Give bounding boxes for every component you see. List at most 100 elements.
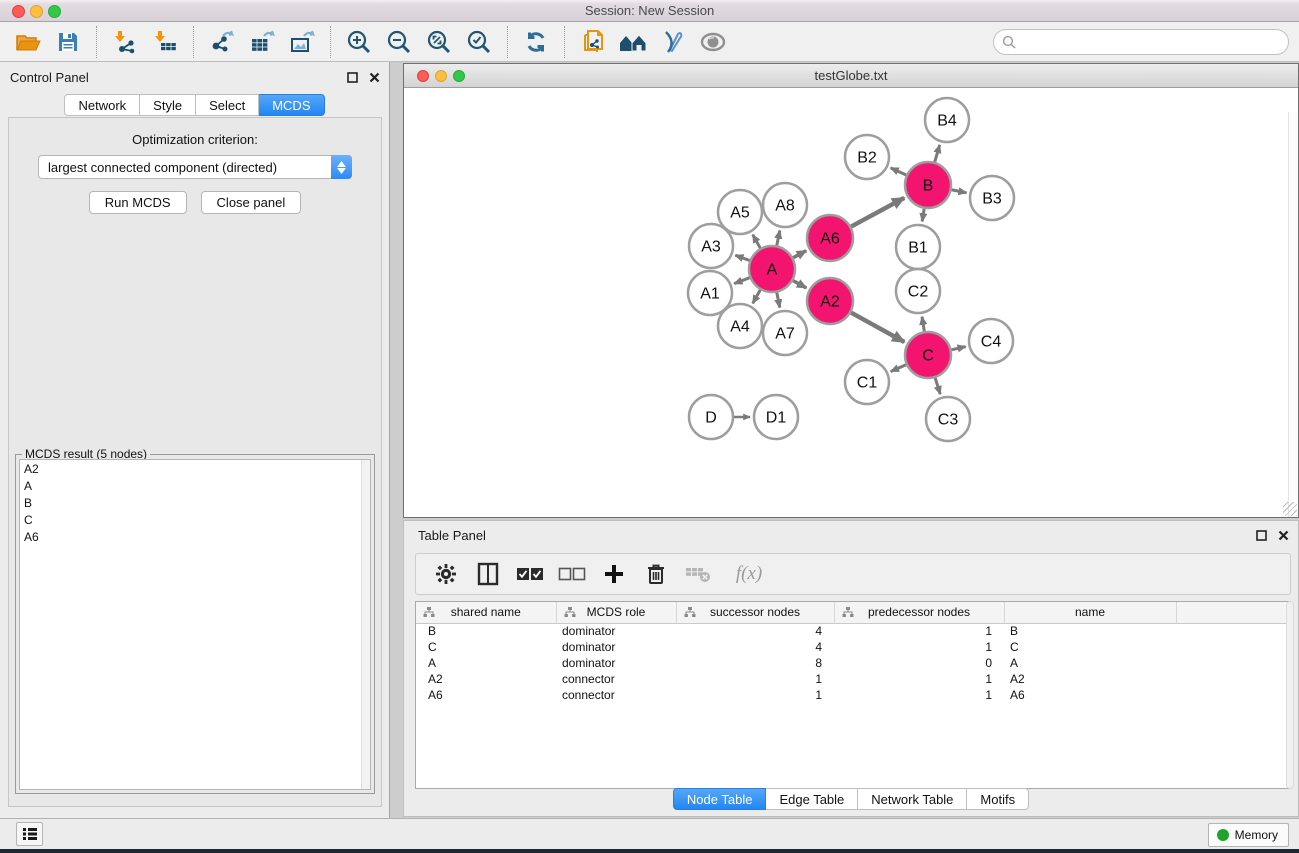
table-cell[interactable]: 1: [834, 671, 1004, 687]
window-resize-grip[interactable]: [1283, 502, 1297, 516]
table-row[interactable]: Cdominator41C: [416, 639, 1286, 655]
graph-edge-B-B3[interactable]: [952, 190, 967, 193]
graph-node-B2[interactable]: B2: [845, 135, 889, 179]
graph-edge-C-C3[interactable]: [935, 378, 940, 394]
destroy-table-button[interactable]: [684, 559, 712, 589]
graph-node-A7[interactable]: A7: [763, 311, 807, 355]
table-row[interactable]: A6connector11A6: [416, 687, 1286, 703]
column-header[interactable]: name: [1004, 602, 1176, 623]
zoom-out-button[interactable]: [379, 26, 419, 58]
table-cell[interactable]: 4: [676, 639, 834, 655]
table-cell[interactable]: A6: [416, 687, 556, 703]
mcds-result-list[interactable]: A2ABCA6: [19, 459, 371, 790]
tab-node-table[interactable]: Node Table: [673, 788, 767, 810]
table-cell[interactable]: 1: [676, 687, 834, 703]
column-header[interactable]: shared name: [416, 602, 556, 623]
column-header[interactable]: successor nodes: [676, 602, 834, 623]
table-cell[interactable]: A2: [416, 671, 556, 687]
tab-network[interactable]: Network: [64, 94, 140, 116]
search-input[interactable]: [1020, 32, 1288, 52]
tab-edge-table[interactable]: Edge Table: [766, 788, 858, 810]
table-cell[interactable]: C: [1004, 639, 1176, 655]
table-cell[interactable]: A: [416, 655, 556, 671]
deselect-all-button[interactable]: [558, 559, 586, 589]
table-cell[interactable]: A2: [1004, 671, 1176, 687]
show-hide-style-button[interactable]: [653, 26, 693, 58]
column-header[interactable]: MCDS role: [556, 602, 676, 623]
graph-node-B1[interactable]: B1: [896, 225, 940, 269]
run-mcds-button[interactable]: Run MCDS: [89, 191, 187, 214]
table-float-button[interactable]: [1254, 528, 1268, 542]
first-neighbors-button[interactable]: [613, 26, 653, 58]
table-cell[interactable]: dominator: [556, 655, 676, 671]
import-table-button[interactable]: [145, 26, 185, 58]
table-cell[interactable]: B: [416, 623, 556, 639]
graph-edge-A-A4[interactable]: [753, 290, 761, 303]
table-row[interactable]: Bdominator41B: [416, 623, 1286, 639]
memory-button[interactable]: Memory: [1208, 823, 1289, 847]
graph-edge-A-A2[interactable]: [793, 281, 806, 288]
network-graph[interactable]: B4B2BB3A8A5A6A3B1AC2A1A2A4A7C4CC1C3DD1: [404, 88, 1298, 517]
graph-edge-A-A7[interactable]: [777, 293, 780, 308]
table-cell[interactable]: connector: [556, 671, 676, 687]
table-cell[interactable]: B: [1004, 623, 1176, 639]
graph-edge-A-A3[interactable]: [735, 255, 749, 260]
tab-style[interactable]: Style: [140, 94, 196, 116]
graph-node-C1[interactable]: C1: [845, 360, 889, 404]
graph-node-A8[interactable]: A8: [763, 183, 807, 227]
result-item[interactable]: C: [20, 511, 370, 528]
result-item[interactable]: A: [20, 477, 370, 494]
graph-node-B[interactable]: B: [905, 162, 951, 208]
graph-node-D[interactable]: D: [689, 395, 733, 439]
table-close-button[interactable]: [1276, 528, 1290, 542]
graph-edge-A-A6[interactable]: [793, 251, 806, 258]
tab-select[interactable]: Select: [196, 94, 259, 116]
task-history-button[interactable]: [16, 822, 43, 846]
new-network-from-selection-button[interactable]: [573, 26, 613, 58]
graph-node-A3[interactable]: A3: [689, 224, 733, 268]
graph-node-B4[interactable]: B4: [925, 98, 969, 142]
graph-edge-A6-B[interactable]: [851, 198, 904, 227]
table-scrollbar[interactable]: [1286, 601, 1294, 789]
graph-node-C2[interactable]: C2: [896, 269, 940, 313]
network-canvas[interactable]: B4B2BB3A8A5A6A3B1AC2A1A2A4A7C4CC1C3DD1: [404, 88, 1298, 517]
graph-edge-A-A5[interactable]: [753, 235, 761, 248]
show-column-panel-button[interactable]: [474, 559, 502, 589]
graph-edge-A-A1[interactable]: [734, 278, 749, 284]
criterion-select[interactable]: largest connected component (directed): [38, 155, 352, 179]
zoom-fit-button[interactable]: [419, 26, 459, 58]
table-cell[interactable]: 0: [834, 655, 1004, 671]
delete-column-button[interactable]: [642, 559, 670, 589]
function-builder-button[interactable]: f(x): [726, 559, 772, 589]
zoom-in-button[interactable]: [339, 26, 379, 58]
table-cell[interactable]: 8: [676, 655, 834, 671]
save-session-button[interactable]: [48, 26, 88, 58]
add-column-button[interactable]: [600, 559, 628, 589]
network-window-titlebar[interactable]: testGlobe.txt: [404, 64, 1298, 88]
export-image-button[interactable]: [282, 26, 322, 58]
graph-edge-A-A8[interactable]: [777, 230, 780, 245]
result-item[interactable]: A2: [20, 460, 370, 477]
graph-edge-C-C4[interactable]: [951, 347, 965, 350]
graph-node-A4[interactable]: A4: [718, 304, 762, 348]
graph-edge-C-C2[interactable]: [922, 317, 924, 332]
table-cell[interactable]: 1: [834, 687, 1004, 703]
graph-edge-B-B1[interactable]: [922, 209, 924, 222]
result-item[interactable]: A6: [20, 528, 370, 545]
graph-node-A2[interactable]: A2: [807, 278, 853, 324]
table-cell[interactable]: C: [416, 639, 556, 655]
node-table[interactable]: shared nameMCDS rolesuccessor nodesprede…: [415, 601, 1291, 789]
tab-network-table[interactable]: Network Table: [858, 788, 967, 810]
table-cell[interactable]: dominator: [556, 623, 676, 639]
export-network-button[interactable]: [202, 26, 242, 58]
show-hide-view-button[interactable]: [693, 26, 733, 58]
open-file-button[interactable]: [8, 26, 48, 58]
table-cell[interactable]: connector: [556, 687, 676, 703]
table-row[interactable]: Adominator80A: [416, 655, 1286, 671]
table-cell[interactable]: 1: [834, 623, 1004, 639]
table-cell[interactable]: 1: [834, 639, 1004, 655]
select-all-button[interactable]: [516, 559, 544, 589]
graph-node-D1[interactable]: D1: [754, 395, 798, 439]
table-cell[interactable]: 4: [676, 623, 834, 639]
table-settings-button[interactable]: [432, 559, 460, 589]
